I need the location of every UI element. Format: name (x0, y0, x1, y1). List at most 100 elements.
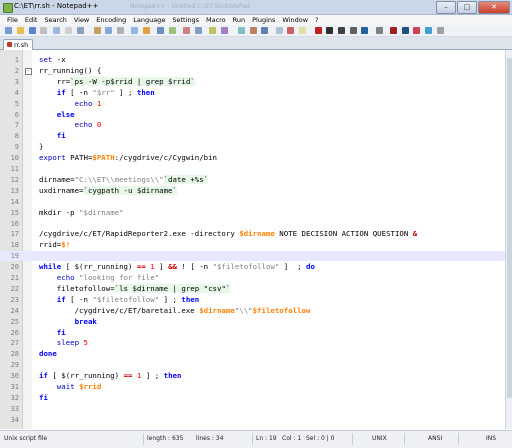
code-line[interactable]: 5 echo 1 (0, 99, 505, 109)
code-token: wait (39, 382, 80, 391)
copy-icon[interactable] (105, 27, 113, 34)
indent-guide-icon[interactable] (261, 27, 269, 34)
code-line[interactable]: 17/cygdrive/c/ET/RapidReporter2.exe -dir… (0, 229, 505, 239)
print-icon[interactable] (76, 27, 84, 34)
code-line[interactable]: 1 set -x (0, 55, 505, 65)
code-line[interactable]: 14 (0, 197, 505, 207)
play-macro-icon[interactable] (338, 27, 345, 34)
tab-rr-sh[interactable]: rr.sh (3, 39, 33, 50)
maximize-button[interactable]: □ (457, 1, 477, 14)
code-line[interactable]: 3 rr=`ps -W -p$rrid | grep $rrid` (0, 76, 505, 87)
code-token: rr= (39, 76, 71, 86)
code-line[interactable]: 31 wait $rrid (0, 382, 505, 392)
play-multi-icon[interactable] (349, 27, 357, 34)
code-line[interactable]: 22 filetofollow=`ls $dirname | grep "csv… (0, 283, 505, 294)
code-token: /cygdrive/c/ET/baretail.exe (39, 305, 200, 315)
scrollbar-thumb[interactable] (507, 58, 512, 398)
compare-icon[interactable] (425, 27, 433, 34)
code-line[interactable]: 28 done (0, 349, 505, 359)
menu-run[interactable]: Run (233, 15, 245, 25)
close-button[interactable]: ✕ (478, 1, 510, 14)
stop-macro-icon[interactable] (326, 27, 334, 34)
all-chars-icon[interactable] (249, 27, 257, 34)
code-line[interactable]: 26 fi (0, 328, 505, 338)
editor-area[interactable]: 1 set -x 2- rr_running() {3 rr=`ps -W -p$rr… (0, 50, 505, 429)
code-line[interactable]: 20 while [ $(rr_running) == 1 ] && ! [ -n… (0, 262, 505, 272)
code-line[interactable]: 29 (0, 360, 505, 370)
udl-icon[interactable] (275, 27, 283, 34)
spellcheck-icon[interactable] (375, 27, 383, 34)
code-line[interactable]: 32 fi (0, 393, 505, 403)
code-line[interactable]: 33 (0, 404, 505, 414)
code-line[interactable]: 9} (0, 142, 505, 152)
minimize-button[interactable]: – (436, 1, 456, 14)
wrap-icon[interactable] (237, 27, 245, 34)
code-line[interactable]: 34 (0, 415, 505, 425)
more-icon[interactable] (436, 27, 444, 34)
undo-icon[interactable] (131, 27, 139, 34)
code-line[interactable]: 13 uxdirname=`cygpath -u $dirname` (0, 185, 505, 196)
fold-toggle-icon[interactable]: - (25, 67, 32, 75)
code-line[interactable]: 15 mkdir -p "$dirname" (0, 208, 505, 218)
code-line[interactable]: 24 /cygdrive/c/ET/baretail.exe $dirname"… (0, 306, 505, 316)
sync-v-icon[interactable] (209, 27, 217, 34)
redo-icon[interactable] (143, 27, 150, 34)
menu-plugins[interactable]: Plugins (252, 15, 275, 25)
line-number: 23 (10, 295, 19, 304)
save-all-icon[interactable] (40, 27, 48, 34)
code-line[interactable]: 16 (0, 219, 505, 229)
code-line[interactable]: 6 else (0, 110, 505, 120)
code-token: `ls $dirname | grep "csv"` (114, 283, 231, 293)
replace-icon[interactable] (169, 27, 176, 34)
code-token: then (136, 87, 155, 97)
pin-icon[interactable] (413, 27, 421, 34)
menu-language[interactable]: Language (133, 15, 165, 25)
zoom-out-icon[interactable] (195, 27, 202, 34)
menu-window[interactable]: Window (282, 15, 308, 25)
menu-settings[interactable]: Settings (172, 15, 199, 25)
code-line[interactable]: 27 sleep 5 (0, 338, 505, 348)
close-icon[interactable] (53, 27, 61, 34)
new-file-icon[interactable] (5, 27, 13, 34)
code-line[interactable]: 10 export PATH=$PATH:/cygdrive/c/Cygwin/b… (0, 153, 505, 163)
save-icon[interactable] (28, 27, 36, 34)
code-line[interactable]: 23 if [ -n "$filetofollow" ] ; then (0, 295, 505, 305)
find-icon[interactable] (157, 27, 165, 34)
paste-icon[interactable] (117, 27, 124, 34)
menu-help[interactable]: ? (315, 15, 318, 25)
vertical-scrollbar[interactable] (505, 50, 512, 429)
code-line[interactable]: 11 (0, 164, 505, 174)
code-line[interactable]: 2- rr_running() { (0, 66, 505, 76)
code-line[interactable]: 12 dirname="C:\\ET\\meetings\\"`date +%s` (0, 174, 505, 185)
code-text: set -x (39, 55, 66, 65)
heart-icon[interactable] (390, 27, 397, 34)
tab-bar: rr.sh (0, 37, 512, 50)
code-line[interactable]: 4 if [ -n "$rr" ] ; then (0, 88, 505, 98)
function-list-icon[interactable] (299, 27, 306, 34)
menu-edit[interactable]: Edit (25, 15, 38, 25)
code-line[interactable]: 7 echo 0 (0, 120, 505, 130)
save-macro-icon[interactable] (361, 27, 369, 34)
record-macro-icon[interactable] (314, 27, 322, 34)
menu-view[interactable]: View (74, 15, 89, 25)
code-line[interactable]: 25 break (0, 317, 505, 327)
menu-encoding[interactable]: Encoding (96, 15, 126, 25)
code-token: echo (39, 273, 80, 282)
menu-file[interactable]: File (7, 15, 18, 25)
code-line[interactable]: 8 fi (0, 131, 505, 141)
code-line[interactable]: 18 rrid=$! (0, 240, 505, 250)
code-line[interactable]: 30 if [ $(rr_running) == 1 ] ; then (0, 371, 505, 381)
doc-map-icon[interactable] (287, 27, 295, 34)
menu-macro[interactable]: Macro (206, 15, 226, 25)
code-line[interactable]: 19 (0, 251, 505, 262)
menu-search[interactable]: Search (44, 15, 66, 25)
line-number: 16 (10, 219, 19, 228)
code-line[interactable]: 21 echo "looking for file" (0, 273, 505, 283)
zoom-in-icon[interactable] (183, 27, 191, 34)
sync-h-icon[interactable] (221, 27, 228, 34)
line-number: 6 (14, 110, 19, 119)
hex-icon[interactable] (401, 27, 409, 34)
open-folder-icon[interactable] (16, 27, 24, 34)
close-all-icon[interactable] (65, 27, 72, 34)
cut-icon[interactable] (93, 27, 101, 34)
